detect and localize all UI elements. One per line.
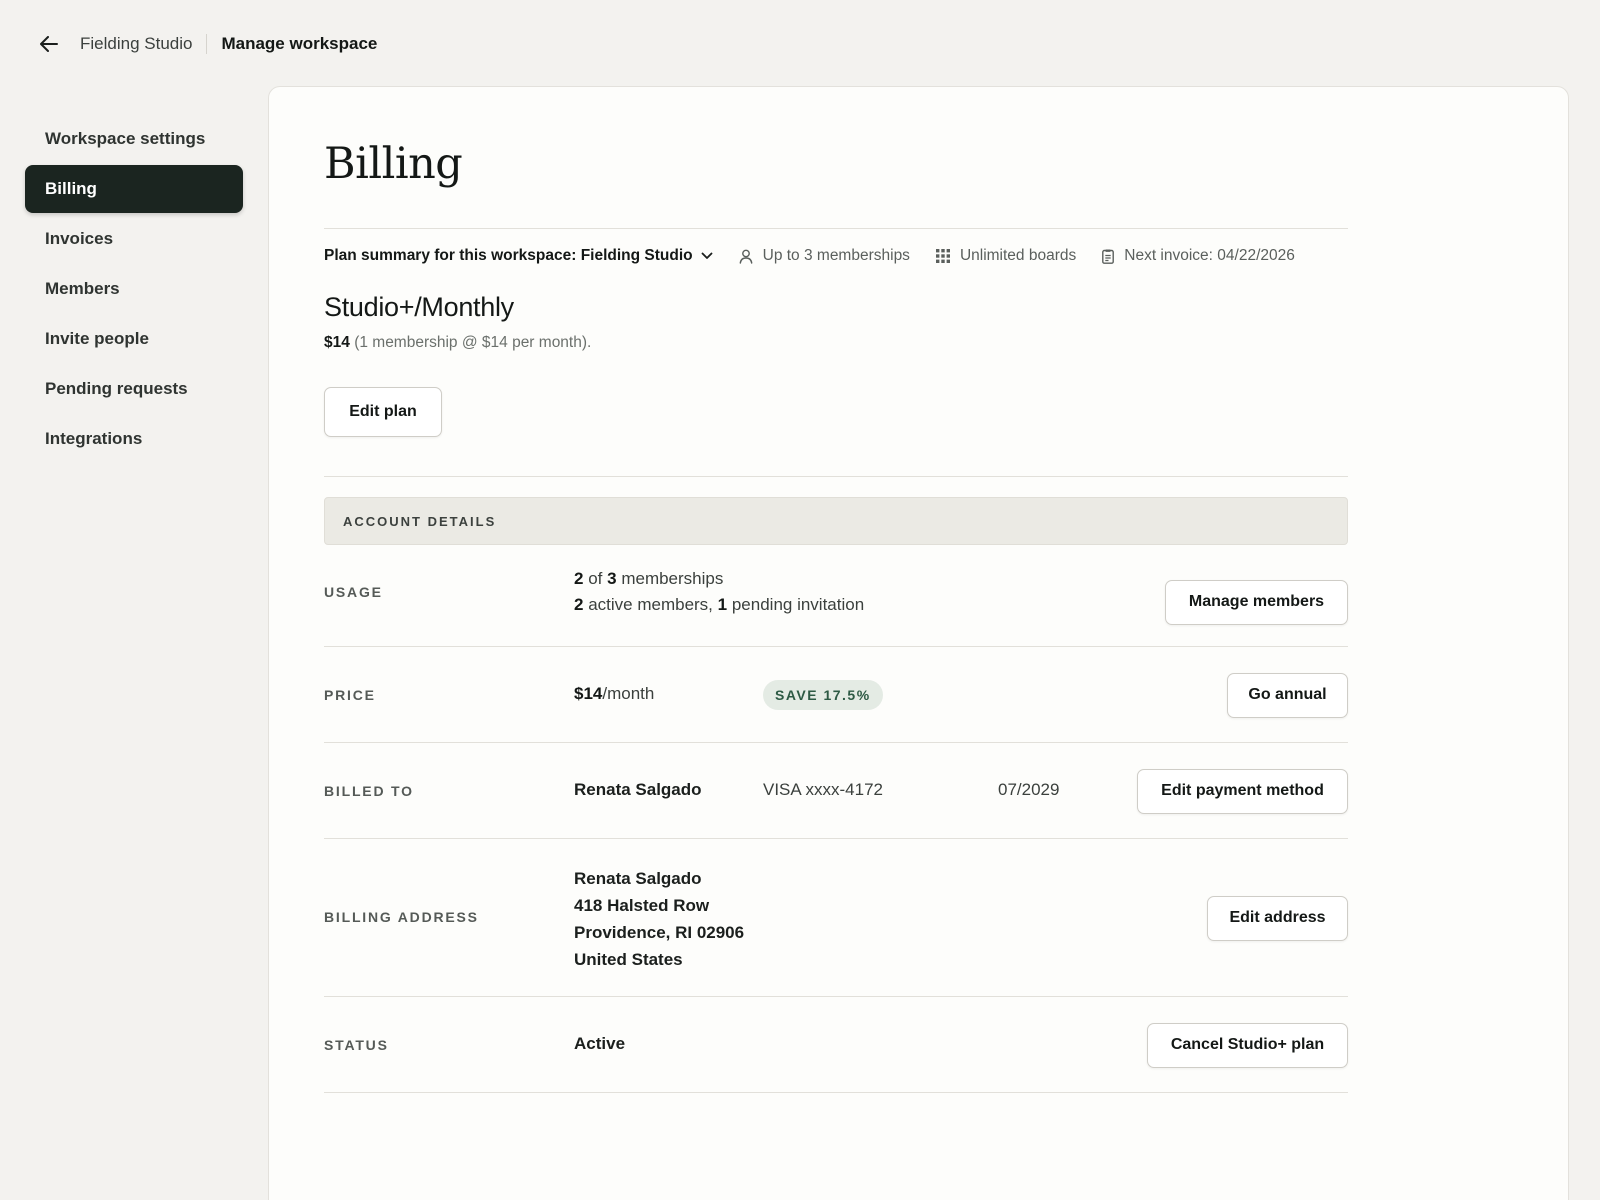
pending-invitations-text: pending invitation: [731, 595, 865, 614]
sidebar-item-billing[interactable]: Billing: [25, 165, 243, 213]
chevron-down-icon: [701, 252, 713, 260]
divider: [324, 1092, 1348, 1093]
next-invoice-text: Next invoice: 04/22/2026: [1124, 247, 1295, 264]
boards-meta: Unlimited boards: [935, 247, 1077, 265]
edit-payment-method-button[interactable]: Edit payment method: [1137, 768, 1348, 814]
usage-memberships: 2 of 3 memberships: [574, 569, 723, 589]
usage-label: USAGE: [324, 584, 383, 600]
status-label: STATUS: [324, 1037, 389, 1053]
plan-summary-bar: Plan summary for this workspace: Fieldin…: [324, 242, 1348, 270]
billing-address-label: BILLING ADDRESS: [324, 909, 479, 925]
card-expiry: 07/2029: [998, 780, 1060, 799]
breadcrumb-current: Manage workspace: [221, 34, 378, 53]
sidebar-item-invite-people[interactable]: Invite people: [25, 315, 243, 363]
back-button[interactable]: [38, 33, 60, 55]
manage-members-button[interactable]: Manage members: [1165, 579, 1348, 625]
plan-summary-selector[interactable]: Plan summary for this workspace: Fieldin…: [324, 247, 713, 265]
cancel-plan-button[interactable]: Cancel Studio+ plan: [1147, 1022, 1348, 1068]
sidebar-item-integrations[interactable]: Integrations: [25, 415, 243, 463]
divider: [324, 228, 1348, 229]
status-value: Active: [574, 1034, 626, 1053]
plan-price: $14 (1 membership @ $14 per month).: [324, 334, 591, 352]
usage-row: USAGE 2 of 3 memberships 2 active member…: [324, 557, 1348, 647]
billed-to-label: BILLED TO: [324, 783, 414, 799]
billing-address-row: BILLING ADDRESS Renata Salgado 418 Halst…: [324, 839, 1348, 997]
sidebar-item-workspace-settings[interactable]: Workspace settings: [25, 115, 243, 163]
active-members-count: 2: [574, 595, 584, 614]
savings-badge: SAVE 17.5%: [763, 680, 883, 710]
usage-unit: memberships: [621, 569, 724, 588]
price-row: PRICE $14/month SAVE 17.5% Go annual: [324, 647, 1348, 743]
plan-name: Studio+/Monthly: [324, 292, 514, 322]
usage-of: of: [588, 569, 603, 588]
grid-icon: [935, 249, 950, 263]
divider: [324, 476, 1348, 477]
price-label: PRICE: [324, 687, 376, 703]
usage-used-count: 2: [574, 569, 584, 588]
billed-to-name: Renata Salgado: [574, 780, 702, 799]
address-line: Renata Salgado: [574, 869, 702, 888]
breadcrumb-divider: [206, 34, 208, 54]
pending-invitations-count: 1: [717, 595, 728, 614]
memberships-text: Up to 3 memberships: [762, 247, 910, 264]
next-invoice-meta: Next invoice: 04/22/2026: [1102, 247, 1295, 265]
page-title: Billing: [324, 139, 463, 189]
arrow-left-icon: [40, 36, 58, 52]
billed-to-row: BILLED TO Renata Salgado VISA xxxx-4172 …: [324, 743, 1348, 839]
address-line: Providence, RI 02906: [574, 923, 745, 942]
edit-plan-button[interactable]: Edit plan: [324, 387, 442, 437]
price-amount: $14: [574, 684, 603, 703]
sidebar-item-invoices[interactable]: Invoices: [25, 215, 243, 263]
top-bar: Fielding Studio Manage workspace: [0, 0, 1600, 88]
active-members-text: active members,: [588, 595, 713, 614]
plan-price-amount: $14: [324, 334, 350, 351]
plan-summary-label: Plan summary for this workspace: Fieldin…: [324, 247, 693, 264]
address-line: 418 Halsted Row: [574, 896, 710, 915]
usage-total-count: 3: [607, 569, 617, 588]
document-icon: [1102, 249, 1115, 264]
go-annual-button[interactable]: Go annual: [1227, 672, 1348, 718]
billing-address-block: Renata Salgado 418 Halsted Row Providenc…: [574, 865, 744, 973]
usage-members: 2 active members, 1 pending invitation: [574, 595, 864, 615]
sidebar-nav: Workspace settings Billing Invoices Memb…: [25, 115, 243, 465]
address-line: United States: [574, 950, 683, 969]
sidebar-item-pending-requests[interactable]: Pending requests: [25, 365, 243, 413]
plan-price-detail: (1 membership @ $14 per month).: [354, 334, 592, 351]
edit-address-button[interactable]: Edit address: [1207, 895, 1348, 941]
status-row: STATUS Active Cancel Studio+ plan: [324, 997, 1348, 1093]
memberships-meta: Up to 3 memberships: [739, 247, 910, 265]
price-period: /month: [602, 684, 655, 703]
sidebar-item-members[interactable]: Members: [25, 265, 243, 313]
account-details-header: ACCOUNT DETAILS: [324, 497, 1348, 545]
price-value: $14/month: [574, 684, 654, 704]
main-panel: Billing Plan summary for this workspace:…: [268, 86, 1569, 1200]
user-icon: [739, 249, 753, 264]
boards-text: Unlimited boards: [959, 247, 1077, 264]
card-number: VISA xxxx-4172: [763, 780, 884, 799]
breadcrumb-workspace[interactable]: Fielding Studio: [80, 34, 192, 54]
